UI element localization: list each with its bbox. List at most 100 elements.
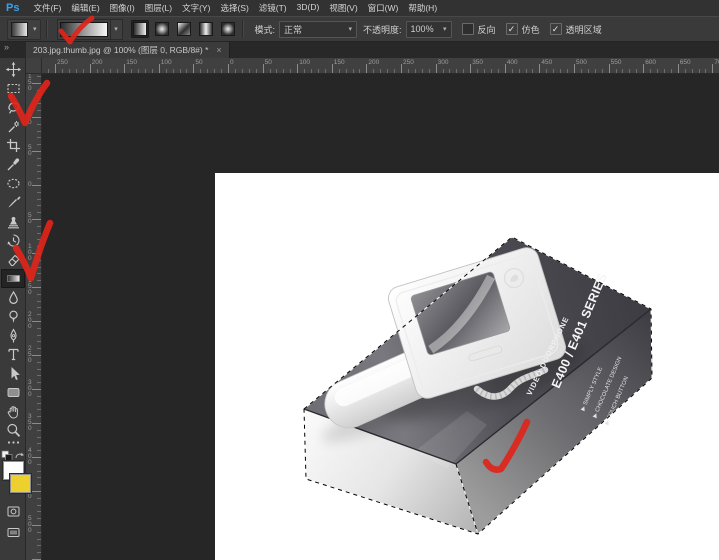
healing-brush-icon — [5, 175, 22, 192]
reflected-gradient-button[interactable] — [197, 20, 215, 38]
h-ruler-label: 300 — [438, 59, 449, 66]
mode-value: 正常 — [284, 23, 302, 36]
close-icon[interactable]: × — [216, 45, 221, 55]
h-ruler-label: 350 — [472, 59, 483, 66]
eraser-icon — [5, 251, 22, 268]
menu-1[interactable]: 文件(F) — [28, 2, 66, 14]
v-ruler-label: 2 0 0 — [28, 312, 32, 330]
move-icon — [5, 61, 22, 78]
v-ruler-label: 1 0 0 — [28, 244, 32, 262]
menu-6[interactable]: 选择(S) — [215, 2, 253, 14]
menu-bar: Ps 文件(F)编辑(E)图像(I)图层(L)文字(Y)选择(S)滤镜(T)3D… — [0, 0, 719, 16]
h-ruler-label: 200 — [368, 59, 379, 66]
type-icon — [5, 346, 22, 363]
checkbox-icon[interactable]: ✓ — [506, 23, 518, 35]
magic-wand-tool[interactable] — [1, 117, 25, 136]
gradient-type-buttons — [131, 20, 237, 38]
eyedropper-tool[interactable] — [1, 155, 25, 174]
h-ruler-label: 250 — [57, 59, 68, 66]
tools-panel — [0, 58, 26, 560]
reverse-checkbox[interactable]: 反向 — [462, 23, 496, 36]
canvas-pasteboard[interactable]: VIDEO DOORPHONE E400 / E401 SERIES ▶ SIM… — [42, 74, 719, 560]
chevron-down-icon: ▾ — [349, 25, 353, 33]
eraser-tool[interactable] — [1, 250, 25, 269]
shape-tool[interactable] — [1, 383, 25, 402]
hand-tool[interactable] — [1, 402, 25, 421]
menu-7[interactable]: 滤镜(T) — [254, 2, 292, 14]
dodge-tool[interactable] — [1, 307, 25, 326]
product-box-image: VIDEO DOORPHONE E400 / E401 SERIES ▶ SIM… — [215, 173, 719, 560]
photoshop-logo: Ps — [6, 2, 19, 14]
ruler-corner — [26, 58, 42, 74]
pen-tool[interactable] — [1, 326, 25, 345]
opacity-label: 不透明度: — [363, 23, 402, 36]
mode-select[interactable]: 正常 ▾ — [279, 21, 357, 38]
linear-gradient-button[interactable] — [131, 20, 149, 38]
brush-tool[interactable] — [1, 193, 25, 212]
mode-label: 模式: — [255, 23, 276, 36]
rectangular-marquee-tool[interactable] — [1, 79, 25, 98]
rectangular-marquee-icon — [5, 80, 22, 97]
document-tab[interactable]: 203.jpg.thumb.jpg @ 100% (图层 0, RGB/8#) … — [26, 42, 230, 58]
dither-checkbox[interactable]: ✓ 仿色 — [506, 23, 540, 36]
history-brush-tool[interactable] — [1, 231, 25, 250]
v-ruler-label: 0 — [28, 182, 32, 188]
h-ruler-label: 200 — [92, 59, 103, 66]
v-ruler-label: 1 0 0 — [28, 108, 32, 126]
checkbox-icon[interactable] — [462, 23, 474, 35]
menu-2[interactable]: 编辑(E) — [66, 2, 104, 14]
clone-stamp-tool[interactable] — [1, 212, 25, 231]
background-color-swatch[interactable] — [10, 474, 31, 493]
v-ruler-label: 1 5 0 — [28, 278, 32, 296]
h-ruler-label: 50 — [265, 59, 272, 66]
menu-9[interactable]: 视图(V) — [324, 2, 362, 14]
menu-4[interactable]: 图层(L) — [140, 2, 177, 14]
v-ruler-label: 2 5 0 — [28, 346, 32, 364]
menu-5[interactable]: 文字(Y) — [177, 2, 215, 14]
opacity-value: 100% — [411, 24, 434, 34]
lasso-tool[interactable] — [1, 98, 25, 117]
gradient-preview — [60, 22, 108, 37]
crop-tool[interactable] — [1, 136, 25, 155]
opacity-select[interactable]: 100% ▾ — [406, 21, 452, 38]
h-ruler-label: 550 — [611, 59, 622, 66]
tool-preset-picker[interactable]: ▾ — [7, 19, 41, 40]
document-title: 203.jpg.thumb.jpg @ 100% (图层 0, RGB/8#) … — [33, 44, 208, 56]
document-canvas[interactable]: VIDEO DOORPHONE E400 / E401 SERIES ▶ SIM… — [215, 173, 719, 560]
v-ruler-label: 3 0 0 — [28, 380, 32, 398]
blur-tool[interactable] — [1, 288, 25, 307]
healing-brush-tool[interactable] — [1, 174, 25, 193]
gradient-editor-button[interactable]: ▾ — [57, 19, 123, 40]
move-tool[interactable] — [1, 60, 25, 79]
collapse-panel-icon[interactable]: » — [4, 42, 8, 52]
separator — [46, 20, 48, 38]
h-ruler-label: 400 — [507, 59, 518, 66]
h-ruler-label: 150 — [126, 59, 137, 66]
diamond-gradient-button[interactable] — [219, 20, 237, 38]
menu-10[interactable]: 窗口(W) — [363, 2, 404, 14]
menu-11[interactable]: 帮助(H) — [403, 2, 442, 14]
color-swatches[interactable] — [1, 461, 25, 497]
hand-icon — [5, 403, 22, 420]
menu-3[interactable]: 图像(I) — [105, 2, 140, 14]
transparency-checkbox[interactable]: ✓ 透明区域 — [550, 23, 602, 36]
dodge-icon — [5, 308, 22, 325]
checkbox-icon[interactable]: ✓ — [550, 23, 562, 35]
quick-mask[interactable] — [1, 502, 25, 521]
path-selection-tool[interactable] — [1, 364, 25, 383]
type-tool[interactable] — [1, 345, 25, 364]
radial-gradient-button[interactable] — [153, 20, 171, 38]
screen-mode[interactable] — [1, 523, 25, 542]
chevron-down-icon: ▾ — [33, 25, 37, 33]
menu-8[interactable]: 3D(D) — [292, 2, 325, 14]
h-ruler-label: 100 — [299, 59, 310, 66]
angle-gradient-button[interactable] — [175, 20, 193, 38]
pen-icon — [5, 327, 22, 344]
shape-icon — [5, 384, 22, 401]
gradient-tool[interactable] — [1, 269, 25, 288]
v-ruler-label: 5 0 — [28, 213, 32, 225]
screen-mode-icon — [5, 524, 22, 541]
chevron-down-icon: ▾ — [110, 20, 122, 39]
h-ruler-label: 150 — [334, 59, 345, 66]
h-ruler-label: 450 — [541, 59, 552, 66]
